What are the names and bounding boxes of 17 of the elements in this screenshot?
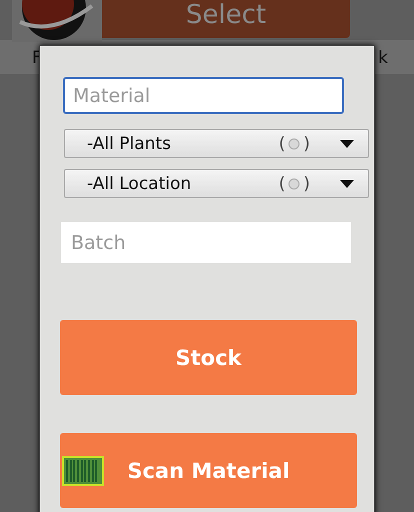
circle-icon [288, 138, 300, 150]
paren-text: ) [303, 174, 310, 194]
stock-button[interactable]: Stock [60, 320, 357, 395]
select-button[interactable]: Select [102, 0, 350, 38]
background-label: k [378, 48, 388, 70]
dropdown[interactable]: -All Plants ( ) [64, 129, 369, 158]
paren-text: ( [278, 174, 286, 194]
paren-text: ( [278, 134, 286, 154]
barcode-icon [62, 456, 104, 486]
circle-icon [288, 178, 300, 190]
material-field[interactable]: Material [63, 77, 344, 114]
paren-text: ) [303, 134, 310, 154]
dropdown[interactable]: -All Location ( ) [64, 169, 369, 198]
caret-icon [340, 180, 354, 188]
scan-button[interactable]: Scan Material [60, 433, 357, 508]
caret-icon [340, 140, 354, 148]
batch-field[interactable]: Batch [61, 222, 351, 263]
